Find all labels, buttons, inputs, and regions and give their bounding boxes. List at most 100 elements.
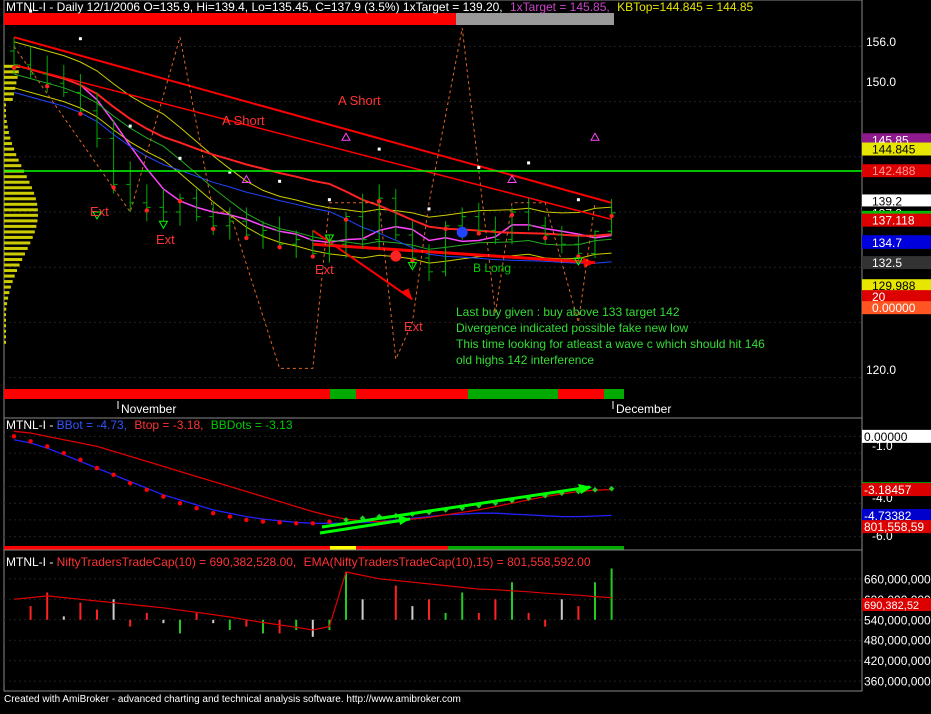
volume-profile-bar bbox=[4, 285, 11, 289]
volume-profile-bar bbox=[4, 136, 11, 140]
trend-strip-segment bbox=[604, 389, 624, 399]
red-dot bbox=[144, 208, 149, 213]
trend-strip-segment bbox=[330, 389, 356, 399]
volume-profile-bar bbox=[4, 296, 9, 300]
red-dot bbox=[476, 231, 481, 236]
volume-profile-bar bbox=[4, 269, 18, 273]
red-dot bbox=[11, 65, 17, 71]
volume-profile-bar bbox=[4, 180, 30, 184]
white-dot bbox=[278, 179, 282, 183]
bb-strip-segment bbox=[356, 546, 448, 550]
volume-profile-bar bbox=[4, 114, 7, 118]
bb-dot bbox=[28, 439, 33, 444]
bb-dot bbox=[194, 506, 199, 511]
price-tick-120: 120.0 bbox=[866, 363, 896, 377]
white-dot bbox=[427, 207, 431, 211]
red-dot bbox=[343, 217, 349, 222]
bb-dot bbox=[177, 501, 183, 506]
bb-dot bbox=[260, 519, 266, 524]
volume-profile-bar bbox=[4, 75, 18, 79]
bb-dot bbox=[327, 519, 332, 524]
bb-dot bbox=[94, 465, 100, 471]
volume-header: MTNL-I - NiftyTradersTradeCap(10) = 690,… bbox=[6, 555, 591, 569]
trend-strip-segment bbox=[356, 389, 468, 399]
white-dot bbox=[477, 166, 481, 169]
red-dot bbox=[509, 212, 515, 218]
volume-profile-bar bbox=[4, 340, 6, 344]
bb-strip-segment bbox=[330, 546, 356, 550]
volume-profile-bar bbox=[4, 191, 35, 195]
volume-profile-bar bbox=[4, 252, 25, 256]
price-tick-150: 150.0 bbox=[866, 75, 896, 89]
volume-profile-bar bbox=[4, 224, 37, 228]
volume-profile-bar bbox=[4, 302, 8, 306]
bb-dot bbox=[111, 472, 116, 477]
volume-profile-bar bbox=[4, 186, 32, 190]
bb-dot bbox=[144, 487, 149, 493]
red-dot bbox=[45, 84, 50, 89]
volume-profile-bar bbox=[4, 219, 38, 223]
bb-dot bbox=[128, 480, 133, 486]
red-dot bbox=[244, 235, 249, 241]
volume-tick-label: 660,000,000 bbox=[864, 572, 931, 586]
bb-strip bbox=[4, 546, 624, 550]
bb-tag-label: 0.00000 bbox=[864, 430, 908, 444]
bb-tag-label: -3.18457 bbox=[864, 483, 912, 497]
red-dot bbox=[111, 185, 116, 190]
bb-tag-label: 801,558,59 bbox=[864, 520, 924, 534]
volume-profile-bar bbox=[4, 246, 28, 250]
volume-tick-label: 360,000,000 bbox=[864, 675, 931, 689]
annotation-a-short-1: A Short bbox=[338, 93, 381, 108]
red-dot bbox=[609, 213, 614, 219]
price-tag-label: 0.00000 bbox=[872, 301, 916, 315]
volume-profile-bar bbox=[4, 158, 19, 162]
comment-line-4: old highs 142 interference bbox=[456, 353, 594, 367]
comment-line-2: Divergence indicated possible fake new l… bbox=[456, 321, 688, 335]
price-tag-label: 132.5 bbox=[872, 256, 902, 270]
volume-profile-bar bbox=[4, 307, 7, 311]
volume-tick-label: 420,000,000 bbox=[864, 654, 931, 668]
bb-dot bbox=[310, 521, 315, 526]
volume-profile-bar bbox=[4, 147, 14, 151]
trend-strip bbox=[4, 389, 624, 399]
price-tag-label: 134.7 bbox=[872, 236, 902, 250]
volume-tag: 690,382,52 bbox=[864, 600, 919, 612]
volume-profile-bar bbox=[4, 108, 6, 112]
white-dot bbox=[178, 156, 182, 160]
red-dot bbox=[310, 254, 315, 259]
trend-strip-segment bbox=[4, 389, 330, 399]
volume-profile-bar bbox=[4, 274, 15, 278]
price-tag-label: 142.488 bbox=[872, 164, 916, 178]
bb-dot bbox=[78, 457, 83, 462]
bb-dot bbox=[11, 434, 17, 439]
bb-dot bbox=[211, 511, 216, 516]
top-status-strip-grey bbox=[456, 13, 614, 25]
volume-profile-bar bbox=[4, 97, 13, 101]
amibroker-chart: MTNL-I - Daily 12/1/2006 O=135.9, Hi=139… bbox=[0, 0, 931, 709]
volume-profile-bar bbox=[4, 70, 19, 74]
annotation-a-short-2: A Short bbox=[222, 113, 265, 128]
price-tag-label: 144.845 bbox=[872, 143, 916, 157]
price-tag-label: 137.118 bbox=[872, 214, 915, 228]
annotation-ext-2: Ext bbox=[156, 232, 175, 247]
bb-dot bbox=[161, 494, 166, 499]
bb-dot bbox=[244, 517, 249, 523]
volume-profile-bar bbox=[4, 208, 38, 212]
comment-line-1: Last buy given : buy above 133 target 14… bbox=[456, 305, 680, 319]
annotation-b-long: B Long bbox=[473, 261, 511, 275]
volume-profile-bar bbox=[4, 213, 38, 217]
bb-dot bbox=[45, 444, 50, 449]
volume-profile-bar bbox=[4, 335, 6, 339]
trend-strip-segment bbox=[558, 389, 604, 399]
bb-dot bbox=[277, 520, 282, 525]
volume-profile-bar bbox=[4, 142, 13, 146]
white-dot bbox=[327, 198, 331, 202]
volume-profile-bar bbox=[4, 235, 33, 239]
date-label-december: December bbox=[616, 402, 671, 416]
date-label-november: November bbox=[121, 402, 176, 416]
white-dot bbox=[128, 124, 132, 128]
volume-profile-bar bbox=[4, 230, 35, 234]
volume-profile-bar bbox=[4, 131, 9, 135]
volume-profile-bar bbox=[4, 164, 22, 168]
volume-profile-bar bbox=[4, 291, 10, 295]
